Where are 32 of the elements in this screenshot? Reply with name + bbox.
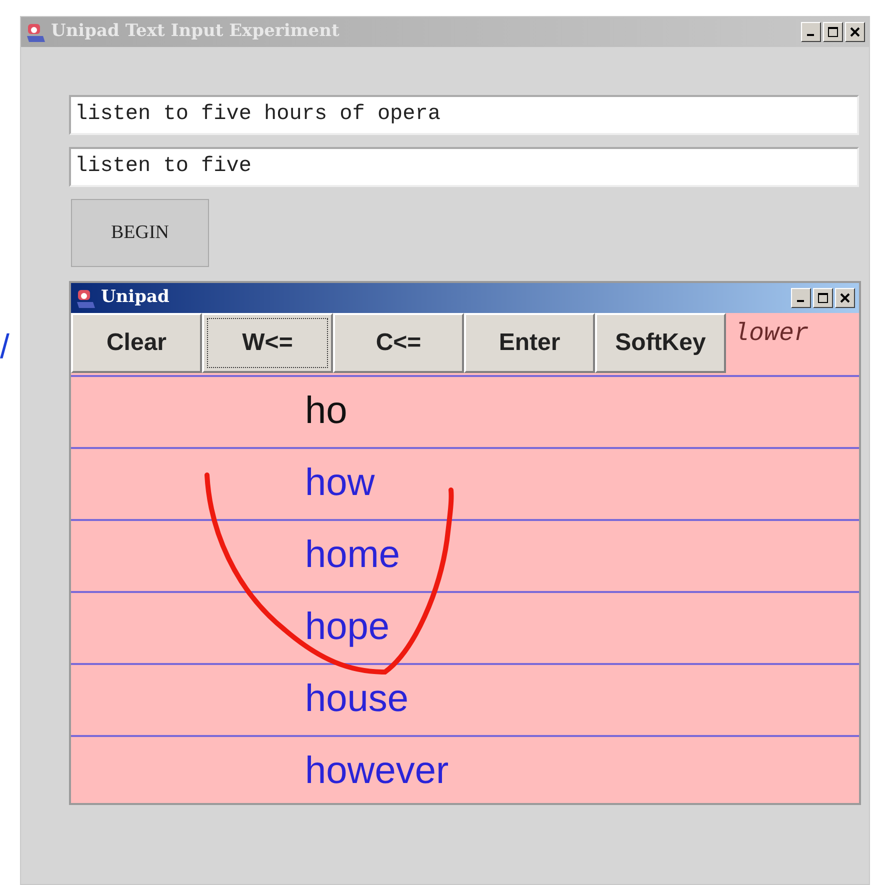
key-button[interactable]: SoftKey: [595, 313, 726, 373]
key-button[interactable]: Enter: [464, 313, 595, 373]
close-icon: [840, 293, 850, 303]
word-candidate[interactable]: house: [305, 679, 409, 721]
close-button[interactable]: [835, 288, 855, 308]
close-icon: [850, 27, 860, 37]
word-candidate[interactable]: hope: [305, 607, 390, 649]
window-title: Unipad: [101, 286, 170, 310]
word-candidate[interactable]: home: [305, 535, 400, 577]
key-button[interactable]: W<=: [202, 313, 333, 373]
key-button[interactable]: Clear: [71, 313, 202, 373]
word-candidate[interactable]: however: [305, 751, 449, 793]
text-field[interactable]: listen to five: [69, 147, 859, 187]
text-field[interactable]: listen to five hours of opera: [69, 95, 859, 135]
text-fragment: /: [0, 330, 10, 364]
maximize-icon: [828, 27, 838, 37]
maximize-button[interactable]: [823, 22, 843, 42]
minimize-icon: [796, 300, 804, 302]
minimize-button[interactable]: [801, 22, 821, 42]
maximize-icon: [818, 293, 828, 303]
key-button[interactable]: C<=: [333, 313, 464, 373]
begin-button[interactable]: BEGIN: [71, 199, 209, 267]
close-button[interactable]: [845, 22, 865, 42]
word-candidate[interactable]: how: [305, 463, 375, 505]
app-icon: [25, 21, 47, 43]
input-text: ho: [305, 391, 348, 433]
maximize-button[interactable]: [813, 288, 833, 308]
app-icon: [75, 287, 97, 309]
minimize-button[interactable]: [791, 288, 811, 308]
minimize-icon: [806, 34, 814, 36]
window-title: Unipad Text Input Experiment: [51, 20, 340, 44]
case-mode-label: lower: [733, 318, 810, 350]
